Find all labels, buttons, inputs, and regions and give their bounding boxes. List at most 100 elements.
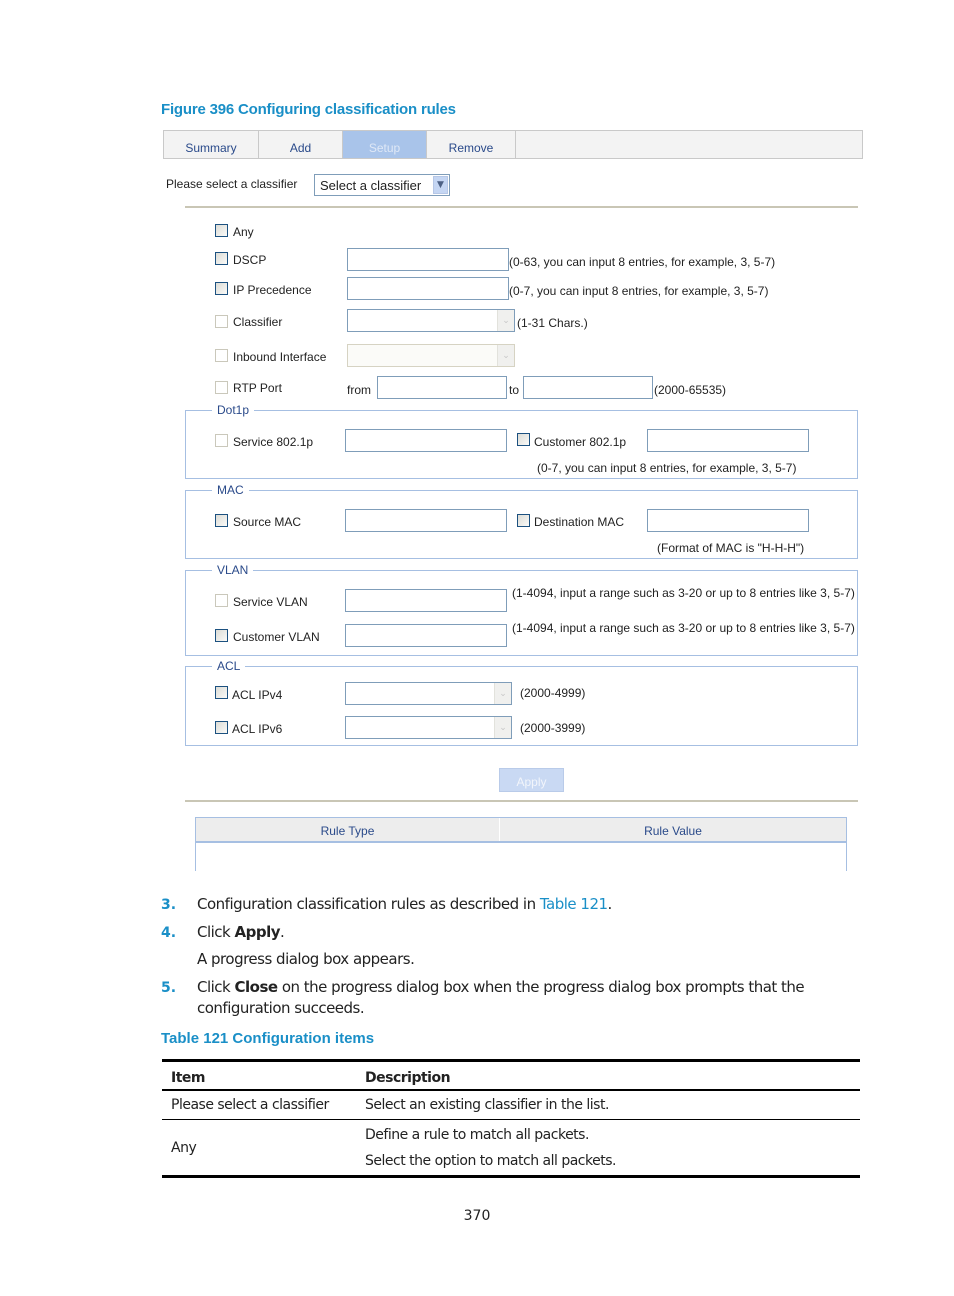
mac-hint: (Format of MAC is "H-H-H") <box>657 541 805 555</box>
description-line: Select the option to match all packets. <box>365 1152 616 1169</box>
classifier-combo[interactable]: ⌄ <box>347 309 515 332</box>
acl-ipv4-combo[interactable]: ⌄ <box>345 682 512 705</box>
chevron-down-icon[interactable]: ⌄ <box>494 683 511 704</box>
rtp-port-hint: (2000-65535) <box>654 383 727 397</box>
acl-ipv6-combo[interactable]: ⌄ <box>345 716 512 739</box>
ip-precedence-label: IP Precedence <box>233 283 312 297</box>
customer-8021p-label: Customer 802.1p <box>534 435 627 449</box>
service-vlan-hint: (1-4094, input a range such as 3-20 or u… <box>512 586 855 600</box>
step-5-text: Click Close on the progress dialog box w… <box>197 978 805 996</box>
service-vlan-label: Service VLAN <box>233 595 308 609</box>
rtp-from-label: from <box>347 383 371 397</box>
chevron-down-icon[interactable]: ⌄ <box>494 717 511 738</box>
rtp-to-label: to <box>509 383 520 397</box>
row-item: Please select a classifier <box>171 1097 329 1113</box>
service-8021p-label: Service 802.1p <box>233 435 314 449</box>
customer-8021p-checkbox[interactable] <box>517 433 530 446</box>
destination-mac-input[interactable] <box>647 509 809 532</box>
rtp-port-label: RTP Port <box>233 381 282 395</box>
tab-setup[interactable]: Setup <box>343 131 427 158</box>
inbound-interface-select[interactable]: ⌄ <box>347 344 515 367</box>
ip-precedence-hint: (0-7, you can input 8 entries, for examp… <box>509 284 769 298</box>
classifier-select-label: Please select a classifier <box>166 177 298 191</box>
step-text: Click <box>197 978 235 996</box>
source-mac-input[interactable] <box>345 509 507 532</box>
table-row: Any Define a rule to match all packets. … <box>162 1120 860 1175</box>
ip-precedence-checkbox[interactable] <box>215 282 228 295</box>
step-text: Configuration classification rules as de… <box>197 895 540 913</box>
inbound-interface-checkbox[interactable] <box>215 349 228 362</box>
rule-table: Rule Type Rule Value <box>195 817 847 871</box>
chevron-down-icon[interactable]: ⌄ <box>497 310 514 331</box>
step-number: 3. <box>161 897 177 913</box>
acl-ipv6-hint: (2000-3999) <box>520 721 586 735</box>
classifier-hint: (1-31 Chars.) <box>517 316 588 330</box>
customer-8021p-input[interactable] <box>647 429 809 452</box>
dscp-label: DSCP <box>233 253 267 267</box>
step-text: . <box>280 923 285 941</box>
divider <box>185 206 858 208</box>
rtp-port-checkbox[interactable] <box>215 381 228 394</box>
chevron-down-icon[interactable]: ⌄ <box>497 345 514 366</box>
step-number: 4. <box>161 925 177 941</box>
tab-bar: Summary Add Setup Remove <box>163 130 863 159</box>
classifier-checkbox[interactable] <box>215 315 228 328</box>
tab-add[interactable]: Add <box>259 131 343 158</box>
step-text: . <box>607 895 613 913</box>
service-8021p-checkbox[interactable] <box>215 434 228 447</box>
step-4-text: Click Apply. <box>197 923 285 941</box>
row-description: Define a rule to match all packets. Sele… <box>365 1122 860 1174</box>
dscp-hint: (0-63, you can input 8 entries, for exam… <box>509 255 776 269</box>
service-vlan-checkbox[interactable] <box>215 594 228 607</box>
figure-caption: Figure 396 Configuring classification ru… <box>161 101 456 118</box>
acl-ipv4-hint: (2000-4999) <box>520 686 586 700</box>
dscp-input[interactable] <box>347 248 509 271</box>
classifier-label: Classifier <box>233 315 283 329</box>
step-3-text: Configuration classification rules as de… <box>197 895 612 913</box>
page-number: 370 <box>463 1208 491 1224</box>
column-description: Description <box>365 1069 451 1086</box>
table-121-link[interactable]: Table 121 <box>540 895 608 913</box>
tab-remove[interactable]: Remove <box>427 131 516 158</box>
apply-keyword: Apply <box>234 923 281 941</box>
any-label: Any <box>233 225 254 239</box>
service-8021p-input[interactable] <box>345 429 507 452</box>
source-mac-checkbox[interactable] <box>215 514 228 527</box>
acl-ipv4-checkbox[interactable] <box>215 686 228 699</box>
dscp-checkbox[interactable] <box>215 252 228 265</box>
customer-vlan-label: Customer VLAN <box>233 630 320 644</box>
inbound-interface-label: Inbound Interface <box>233 350 327 364</box>
apply-button[interactable]: Apply <box>499 768 564 792</box>
step-4-subtext: A progress dialog box appears. <box>197 950 415 968</box>
tab-summary[interactable]: Summary <box>164 131 259 158</box>
customer-vlan-hint: (1-4094, input a range such as 3-20 or u… <box>512 621 855 635</box>
step-text: on the progress dialog box when the prog… <box>277 978 805 996</box>
acl-ipv6-label: ACL IPv6 <box>232 722 283 736</box>
destination-mac-checkbox[interactable] <box>517 514 530 527</box>
source-mac-label: Source MAC <box>233 515 302 529</box>
column-item: Item <box>171 1069 205 1086</box>
table-row: Please select a classifier Select an exi… <box>162 1091 860 1120</box>
acl-ipv4-label: ACL IPv4 <box>232 688 283 702</box>
any-checkbox[interactable] <box>215 224 228 237</box>
rtp-port-from-input[interactable] <box>377 376 507 399</box>
mac-legend: MAC <box>212 483 249 497</box>
divider <box>185 800 858 802</box>
chevron-down-icon[interactable]: ▼ <box>433 176 448 194</box>
step-5-line2: configuration succeeds. <box>197 999 365 1017</box>
service-vlan-input[interactable] <box>345 589 507 612</box>
acl-legend: ACL <box>212 659 246 673</box>
ip-precedence-input[interactable] <box>347 277 509 300</box>
rule-table-header: Rule Type Rule Value <box>196 818 846 843</box>
config-table: Item Description Please select a classif… <box>162 1059 860 1178</box>
acl-ipv6-checkbox[interactable] <box>215 721 228 734</box>
column-rule-type: Rule Type <box>196 818 500 841</box>
close-keyword: Close <box>234 978 279 996</box>
classifier-select-value: Select a classifier <box>320 177 422 193</box>
rtp-port-to-input[interactable] <box>523 376 653 399</box>
row-item: Any <box>171 1139 197 1156</box>
customer-vlan-input[interactable] <box>345 624 507 647</box>
description-line: Define a rule to match all packets. <box>365 1126 589 1143</box>
classifier-select[interactable]: Select a classifier ▼ <box>314 174 450 196</box>
customer-vlan-checkbox[interactable] <box>215 629 228 642</box>
